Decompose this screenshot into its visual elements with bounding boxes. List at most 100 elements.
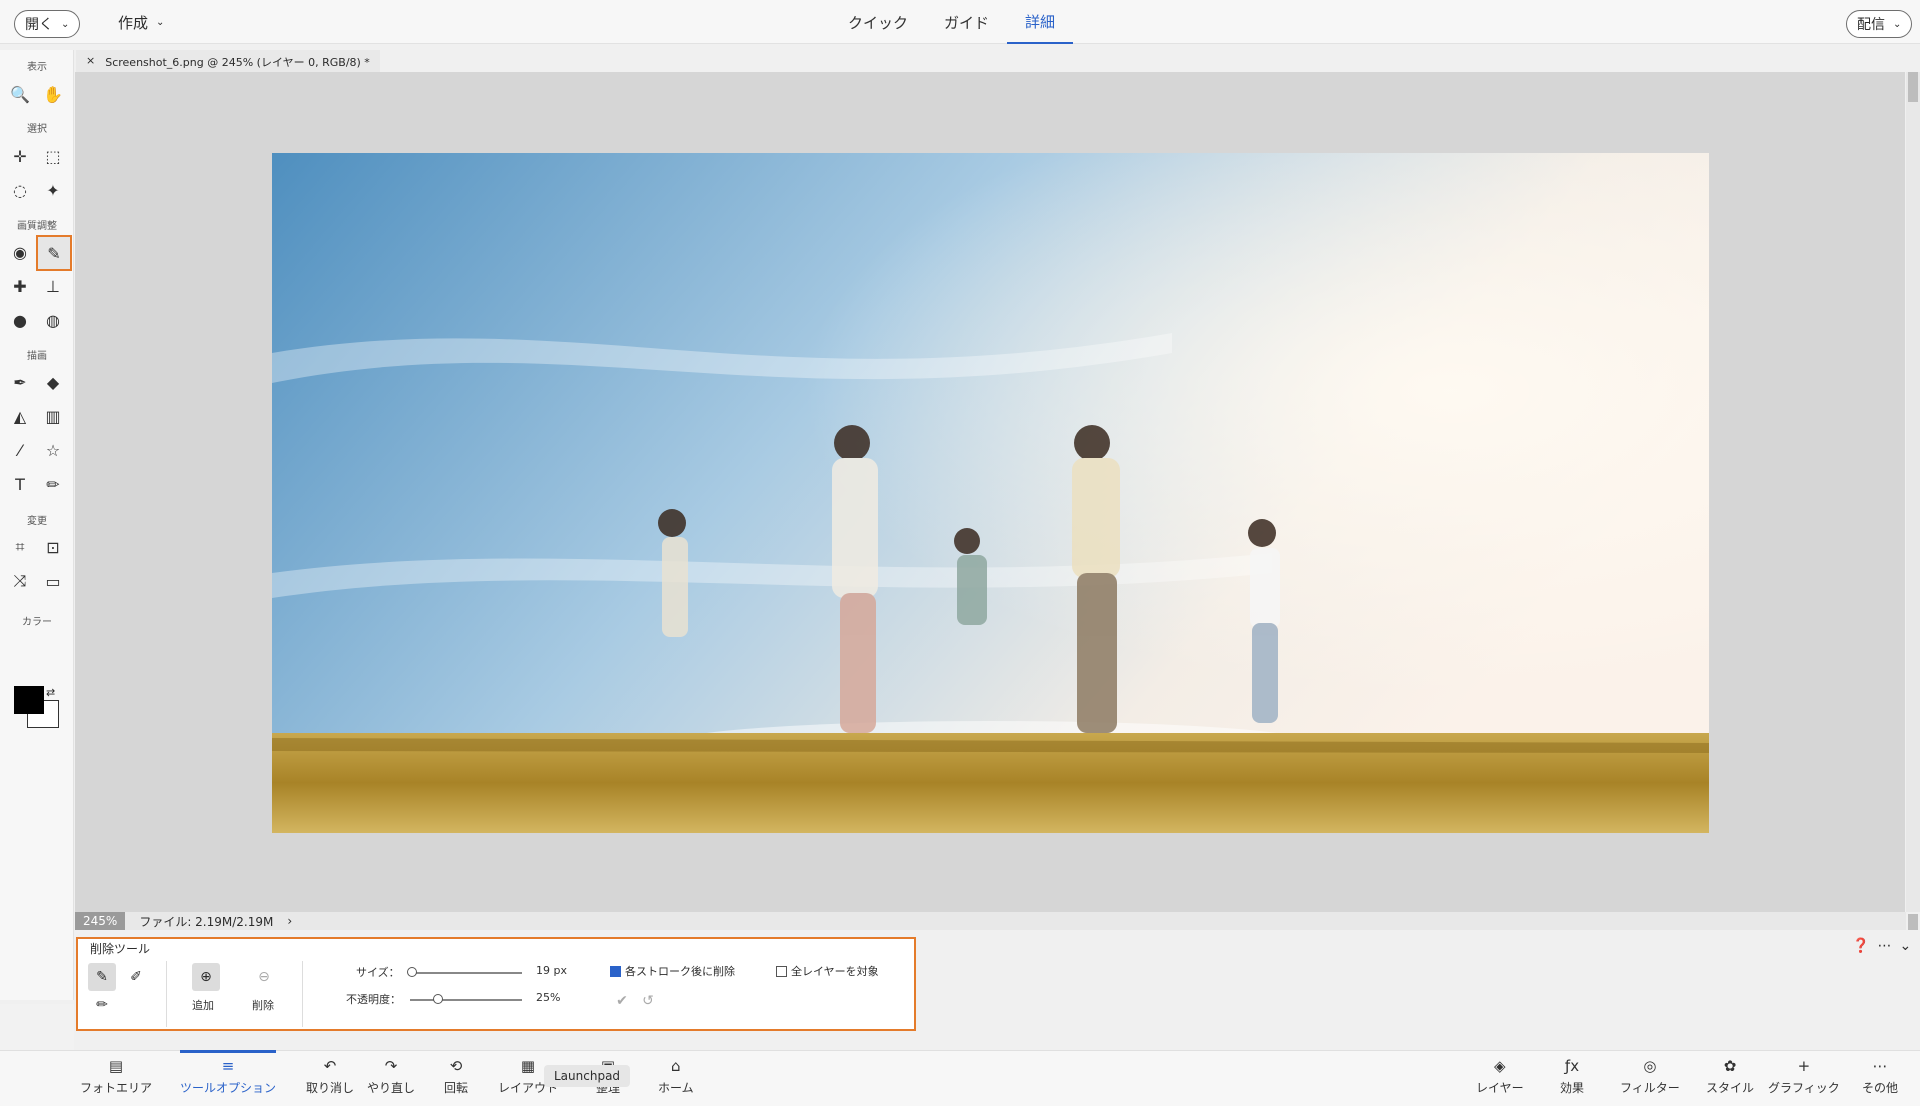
home-button[interactable]: ⌂ ホーム <box>658 1057 694 1105</box>
redo-icon: ↷ <box>384 1057 398 1075</box>
custom-shape-icon[interactable]: ☆ <box>38 435 68 465</box>
add-icon[interactable]: ⊕ <box>192 963 220 991</box>
move-icon[interactable]: ✛ <box>5 141 35 171</box>
chevron-down-icon[interactable]: ⌄ <box>1899 938 1911 954</box>
document-tab[interactable]: × Screenshot_6.png @ 245% (レイヤー 0, RGB/8… <box>76 50 380 72</box>
photo-bin-button[interactable]: ▤ フォトエリア <box>80 1057 152 1105</box>
open-label: 開く <box>25 17 53 33</box>
generative-remove-icon[interactable]: ✐ <box>122 963 150 991</box>
opacity-slider[interactable] <box>410 999 522 1001</box>
zoom-level[interactable]: 245% <box>75 912 126 930</box>
gradient-icon[interactable]: ▥ <box>38 401 68 431</box>
confirm-icon[interactable]: ✔ <box>608 987 636 1015</box>
rotate-icon: ⟲ <box>449 1057 463 1075</box>
status-bar: 245% ファイル: 2.19M/2.19M › <box>75 912 1906 930</box>
open-button[interactable]: 開く ⌄ <box>14 10 81 38</box>
pencil-icon[interactable]: ✏ <box>38 469 68 499</box>
styles-button[interactable]: ✿ スタイル <box>1706 1057 1754 1105</box>
more-options-icon[interactable]: ⋯ <box>1877 938 1891 954</box>
redo-button[interactable]: ↷ やり直し <box>367 1057 415 1105</box>
eraser-icon[interactable]: ◆ <box>38 367 68 397</box>
content-move-icon[interactable]: ⤨ <box>5 566 35 596</box>
graphic-icon: + <box>1797 1057 1811 1075</box>
layers-button[interactable]: ◈ レイヤー <box>1476 1057 1524 1105</box>
marquee-icon[interactable]: ⬚ <box>38 141 68 171</box>
type-icon[interactable]: T <box>5 469 35 499</box>
size-label: サイズ： <box>356 966 400 979</box>
share-button[interactable]: 配信 ⌄ <box>1846 10 1913 38</box>
tools-panel: 表示 🔍 ✋ 選択 ✛ ⬚ ◌ ✦ 画質調整 ◉ ✎ ✚ ⊥ ● ◍ 描画 ✒ … <box>0 50 74 1000</box>
home-label: ホーム <box>658 1081 694 1095</box>
graphics-button[interactable]: + グラフィック <box>1768 1057 1840 1105</box>
photo-image[interactable] <box>272 153 1709 833</box>
create-label: 作成 <box>118 14 149 32</box>
effects-label: 効果 <box>1560 1081 1585 1095</box>
tab-expert[interactable]: 詳細 <box>1007 0 1074 44</box>
chevron-down-icon: ⌄ <box>156 17 165 28</box>
more-button[interactable]: ⋯ その他 <box>1862 1057 1898 1105</box>
subtract-icon[interactable]: ⊖ <box>250 963 278 991</box>
graphics-label: グラフィック <box>1768 1081 1840 1095</box>
undo-button[interactable]: ↶ 取り消し <box>306 1057 354 1105</box>
layers-label: レイヤー <box>1476 1081 1524 1095</box>
all-layers-label: 全レイヤーを対象 <box>791 965 879 978</box>
effects-button[interactable]: ƒx 効果 <box>1560 1057 1584 1105</box>
delete-after-stroke-checkbox[interactable]: 各ストローク後に削除 <box>610 963 735 979</box>
size-slider[interactable] <box>410 972 522 974</box>
chevron-down-icon: ⌄ <box>61 18 70 30</box>
sponge-icon[interactable]: ◍ <box>38 305 68 335</box>
folder-icon: ▤ <box>108 1057 124 1075</box>
lasso-icon[interactable]: ◌ <box>5 175 35 205</box>
remove-tool-mode-icon[interactable]: ✎ <box>88 963 116 991</box>
document-title: Screenshot_6.png @ 245% (レイヤー 0, RGB/8) … <box>105 56 370 69</box>
paint-bucket-icon[interactable]: ◭ <box>5 401 35 431</box>
section-modify: 変更 <box>27 516 47 527</box>
close-icon[interactable]: × <box>86 54 95 68</box>
magic-wand-icon[interactable]: ✦ <box>38 175 68 205</box>
panel-options: ❓ ⋯ ⌄ <box>1852 938 1911 954</box>
healing-brush-icon[interactable]: ✚ <box>5 271 35 301</box>
remove-brush-icon[interactable]: ✏ <box>88 991 116 1019</box>
tool-options-button[interactable]: ≡ ツールオプション <box>180 1050 277 1105</box>
divider <box>166 961 167 1027</box>
checkbox-checked[interactable] <box>610 965 621 977</box>
file-info: ファイル: 2.19M/2.19M <box>139 914 274 929</box>
size-slider-knob[interactable] <box>407 967 418 977</box>
opacity-label: 不透明度： <box>346 993 401 1006</box>
checkbox-unchecked[interactable] <box>776 965 787 977</box>
hand-icon[interactable]: ✋ <box>38 79 68 109</box>
tab-guided[interactable]: ガイド <box>926 0 1007 44</box>
create-menu[interactable]: 作成 ⌄ <box>118 12 164 33</box>
foreground-color-swatch[interactable] <box>14 686 44 714</box>
all-layers-checkbox[interactable]: 全レイヤーを対象 <box>776 963 879 979</box>
opacity-slider-knob[interactable] <box>433 994 443 1004</box>
help-icon[interactable]: ❓ <box>1852 938 1869 954</box>
tab-quick[interactable]: クイック <box>830 0 926 44</box>
brush-icon[interactable]: ✒ <box>5 367 35 397</box>
styles-label: スタイル <box>1706 1081 1755 1095</box>
filters-button[interactable]: ◎ フィルター <box>1620 1057 1680 1105</box>
tool-options-icon: ≡ <box>221 1057 235 1075</box>
blur-icon[interactable]: ● <box>5 305 35 335</box>
scrollbar-thumb[interactable] <box>1908 72 1918 102</box>
clone-stamp-icon[interactable]: ⊥ <box>38 271 68 301</box>
crop-icon[interactable]: ⌗ <box>5 532 35 562</box>
tool-options-label: ツールオプション <box>180 1081 277 1095</box>
vertical-scrollbar[interactable] <box>1906 72 1920 912</box>
recompose-icon[interactable]: ⊡ <box>38 532 68 562</box>
swap-colors-icon[interactable]: ⇄ <box>46 686 55 699</box>
chevron-right-icon[interactable]: › <box>287 914 292 928</box>
redo-label: やり直し <box>367 1081 416 1095</box>
section-color: カラー <box>22 617 52 628</box>
eyedropper-icon[interactable]: ⁄ <box>5 435 35 465</box>
tool-options-panel: 削除ツール ✎ ✐ ✏ ⊕ 追加 ⊖ 削除 サイズ： 19 px 不透明度： 2… <box>76 937 916 1031</box>
straighten-icon[interactable]: ▭ <box>38 566 68 596</box>
remove-tool-icon[interactable]: ✎ <box>36 235 72 271</box>
rotate-button[interactable]: ⟲ 回転 <box>444 1057 468 1105</box>
reset-icon[interactable]: ↺ <box>634 987 662 1015</box>
photo-illustration <box>272 153 1709 833</box>
red-eye-icon[interactable]: ◉ <box>5 237 35 267</box>
zoom-icon[interactable]: 🔍 <box>5 79 35 109</box>
scrollbar-thumb-bottom[interactable] <box>1908 914 1918 930</box>
filter-icon: ◎ <box>1643 1057 1657 1075</box>
